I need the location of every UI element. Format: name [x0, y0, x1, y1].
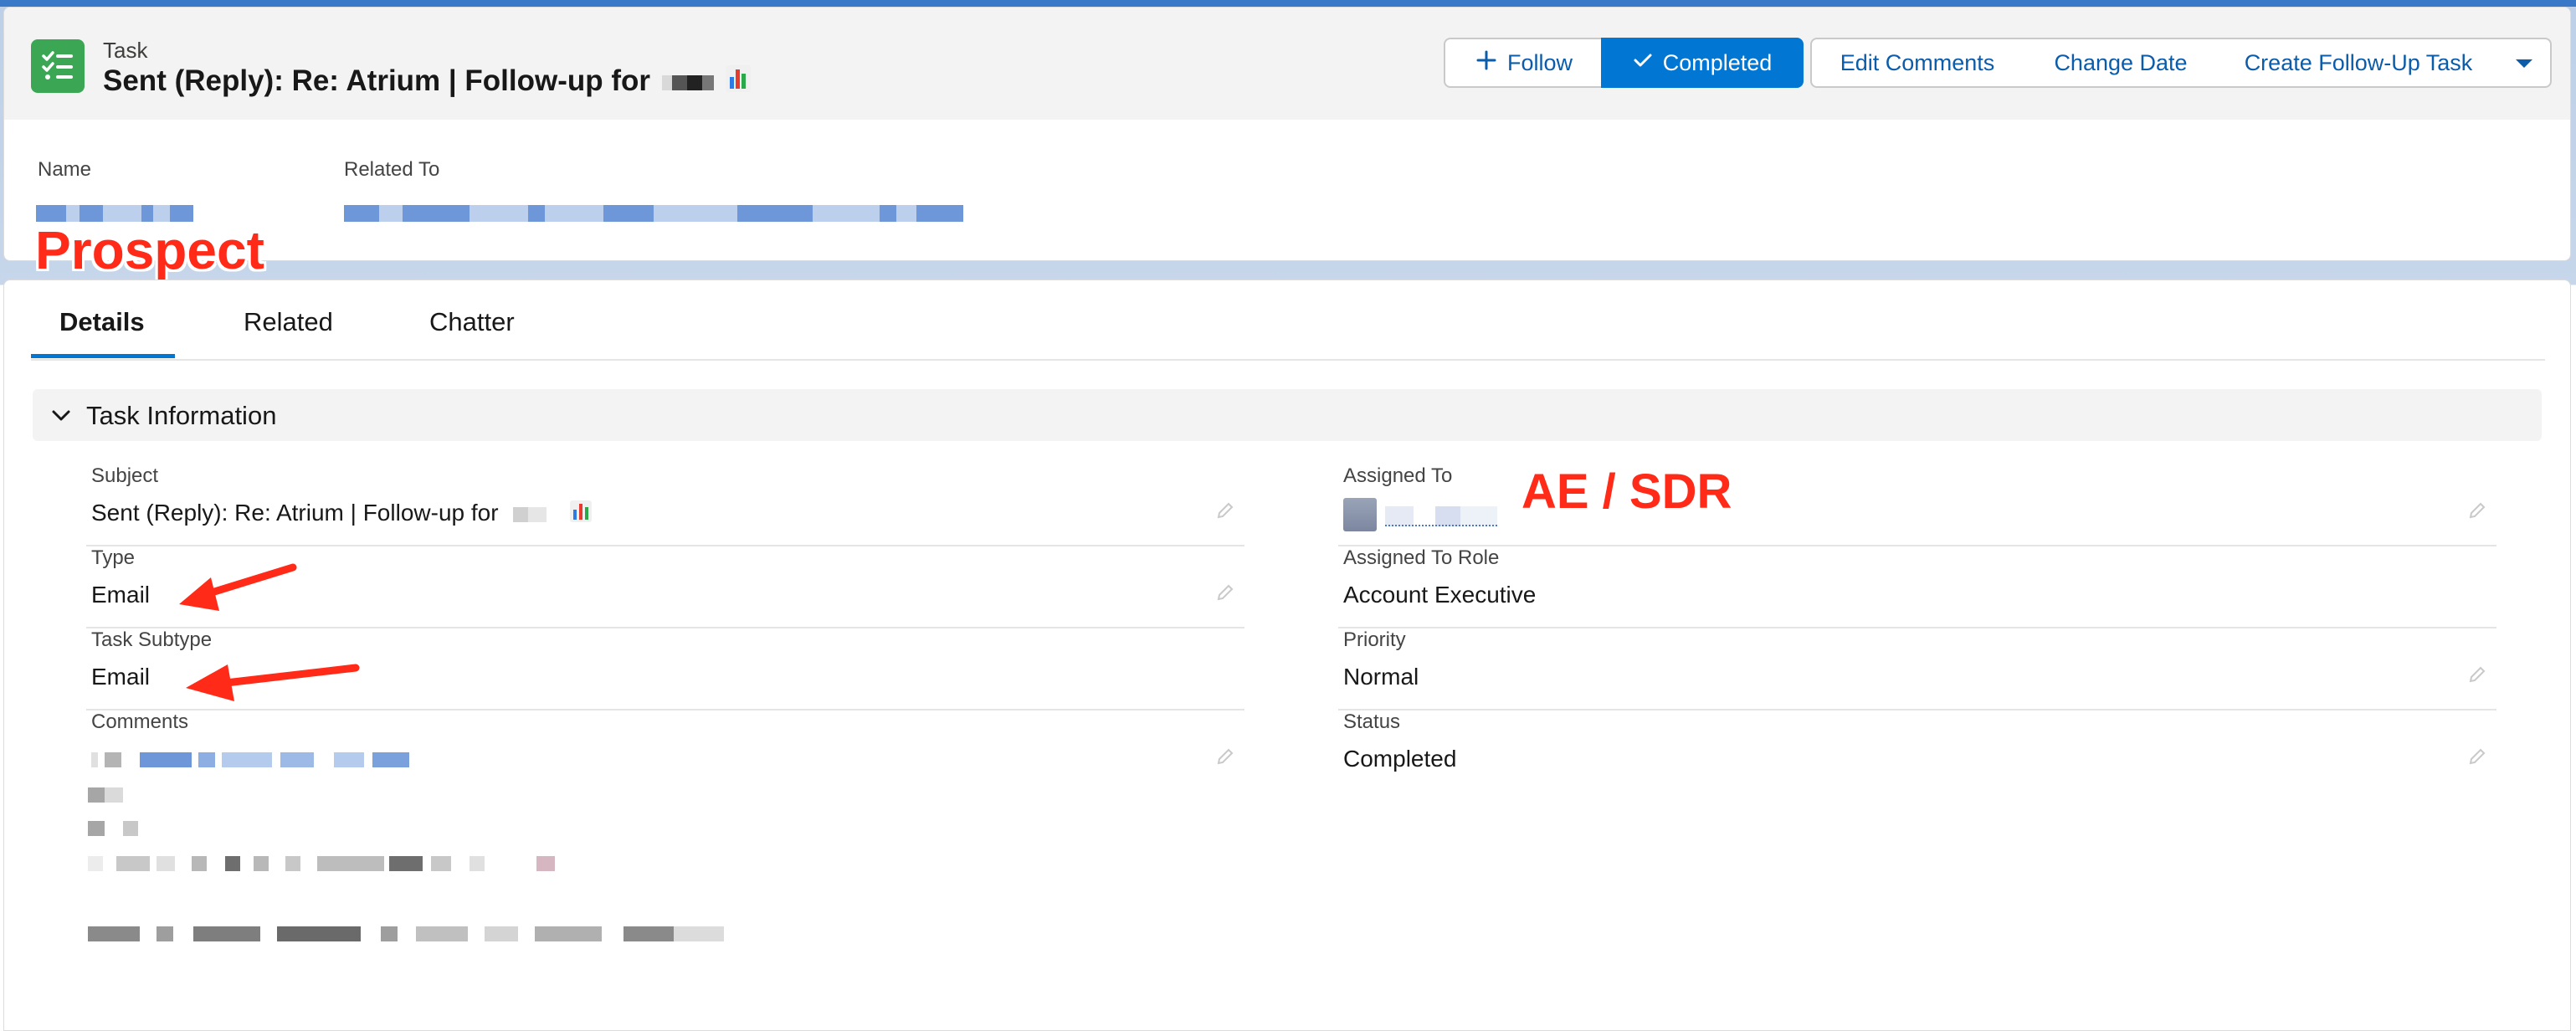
priority-label: Priority [1343, 628, 1406, 651]
tab-chatter[interactable]: Chatter [429, 307, 515, 337]
ae-sdr-annotation: AE / SDR [1521, 464, 1732, 519]
status-label: Status [1343, 710, 1401, 733]
priority-value: Normal [1343, 664, 1419, 690]
assigned-to-label: Assigned To [1343, 464, 1453, 487]
subject-text: Sent (Reply): Re: Atrium | Follow-up for [91, 500, 499, 526]
edit-comments-button[interactable]: Edit Comments [1810, 38, 2024, 88]
related-to-label: Related To [344, 158, 440, 181]
record-header: Task Sent (Reply): Re: Atrium | Follow-u… [4, 8, 2570, 120]
follow-button[interactable]: Follow [1444, 38, 1604, 88]
subject-label: Subject [91, 464, 159, 487]
redacted-assigned-user-link[interactable] [1385, 506, 1497, 526]
redacted-related-to-link[interactable] [344, 205, 963, 222]
pencil-icon[interactable] [1216, 747, 1234, 770]
active-tab-indicator [31, 354, 175, 358]
avatar [1343, 498, 1377, 531]
bar-chart-icon [570, 500, 593, 528]
prospect-annotation: Prospect [35, 220, 264, 280]
tab-related[interactable]: Related [244, 307, 333, 337]
record-title: Sent (Reply): Re: Atrium | Follow-up for [103, 64, 752, 100]
pencil-icon[interactable] [2468, 501, 2486, 524]
pencil-icon[interactable] [1216, 501, 1234, 524]
change-date-button[interactable]: Change Date [2023, 38, 2220, 88]
type-value: Email [91, 582, 151, 608]
completed-button-label: Completed [1662, 49, 1773, 75]
follow-button-label: Follow [1506, 49, 1573, 75]
edit-comments-label: Edit Comments [1840, 49, 1995, 75]
bar-chart-icon [726, 65, 752, 100]
redacted-comment-line [88, 821, 146, 836]
plus-icon [1475, 49, 1497, 77]
tab-details[interactable]: Details [59, 307, 145, 337]
task-list-icon [31, 39, 85, 93]
assigned-to-role-value: Account Executive [1343, 582, 1537, 608]
redacted-comment-line [88, 856, 557, 871]
top-accent-strip [0, 0, 2576, 7]
chevron-down-icon [49, 404, 73, 432]
pencil-icon[interactable] [2468, 747, 2486, 770]
create-follow-up-label: Create Follow-Up Task [2244, 49, 2473, 75]
assigned-to-role-field: Assigned To Role Account Executive [1338, 545, 2496, 628]
subject-field: Subject Sent (Reply): Re: Atrium | Follo… [86, 463, 1244, 546]
entity-label: Task [103, 38, 148, 63]
subject-value: Sent (Reply): Re: Atrium | Follow-up for [91, 500, 593, 528]
highlights-panel: Task Sent (Reply): Re: Atrium | Follow-u… [3, 7, 2571, 261]
assigned-to-role-label: Assigned To Role [1343, 546, 1500, 569]
redacted-comment-line [91, 752, 409, 767]
task-information-section-header[interactable]: Task Information [33, 389, 2542, 441]
red-arrow-icon [179, 563, 297, 611]
redacted-comment-line [88, 787, 130, 803]
create-follow-up-task-button[interactable]: Create Follow-Up Task [2219, 38, 2500, 88]
task-subtype-value: Email [91, 664, 151, 690]
status-field: Status Completed [1338, 709, 2496, 791]
pencil-icon[interactable] [1216, 583, 1234, 606]
status-value: Completed [1343, 746, 1457, 772]
tab-bar: Details Related Chatter [31, 280, 2545, 361]
type-label: Type [91, 546, 136, 569]
caret-down-icon [2514, 50, 2534, 76]
red-arrow-icon [186, 664, 360, 701]
name-label: Name [38, 158, 92, 181]
change-date-label: Change Date [2054, 49, 2188, 75]
redacted-text [662, 74, 715, 90]
redacted-comment-line [88, 926, 724, 941]
section-title: Task Information [86, 401, 277, 430]
assigned-to-field: Assigned To [1338, 463, 2496, 546]
comments-field: Comments [86, 709, 1244, 993]
pencil-icon[interactable] [2468, 665, 2486, 688]
more-actions-button[interactable] [2498, 38, 2552, 88]
redacted-text [513, 506, 547, 522]
check-icon [1633, 50, 1653, 76]
record-detail-card: Details Related Chatter Task Information… [3, 280, 2571, 1031]
record-title-text: Sent (Reply): Re: Atrium | Follow-up for [103, 64, 651, 97]
comments-label: Comments [91, 710, 189, 733]
priority-field: Priority Normal [1338, 627, 2496, 710]
completed-button[interactable]: Completed [1601, 38, 1804, 88]
